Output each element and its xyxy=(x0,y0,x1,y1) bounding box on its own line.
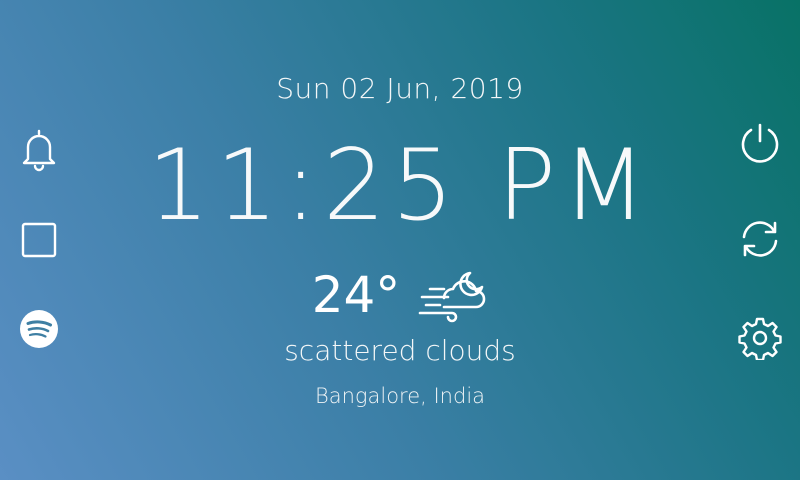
weather-summary: 24° xyxy=(0,262,800,328)
temperature-label: 24° xyxy=(311,266,401,324)
refresh-button[interactable] xyxy=(737,216,783,262)
date-label: Sun 02 Jun, 2019 xyxy=(276,72,524,105)
time-display: 11:25 PM xyxy=(147,129,653,243)
power-icon xyxy=(738,121,782,165)
gear-icon xyxy=(738,316,782,360)
clock-screen: Sun 02 Jun, 2019 11:25 PM 24° scattered … xyxy=(0,0,800,480)
location-label: Bangalore, India xyxy=(314,384,486,408)
power-button[interactable] xyxy=(737,120,783,166)
refresh-icon xyxy=(738,217,782,261)
weather-description: scattered clouds xyxy=(284,334,516,367)
settings-button[interactable] xyxy=(737,315,783,361)
windy-cloud-moon-icon xyxy=(418,265,488,325)
